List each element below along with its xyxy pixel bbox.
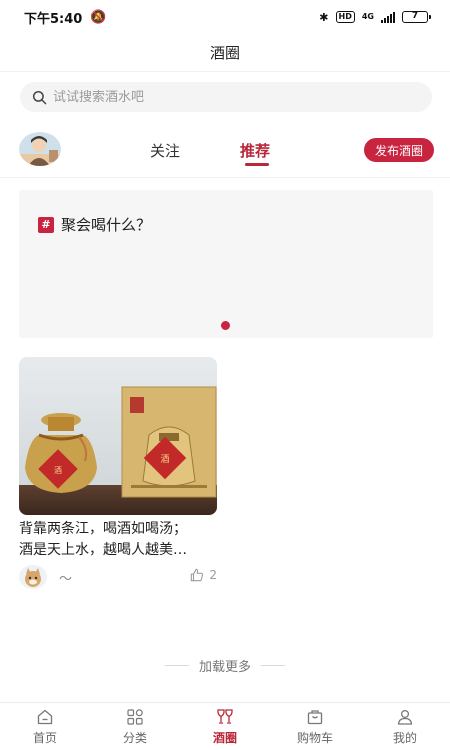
bottom-tab-cart[interactable]: 购物车 [280, 703, 350, 750]
status-bar: 下午5:40 🔕 ✱ HD 4G 7 [0, 0, 450, 34]
load-more[interactable]: 加载更多 [0, 655, 450, 675]
hashtag-icon: # [38, 216, 54, 233]
active-tab-indicator [245, 163, 269, 166]
status-icons: ✱ HD 4G 7 [319, 10, 431, 24]
mute-icon: 🔕 [90, 9, 107, 25]
post-author-avatar[interactable] [19, 565, 47, 589]
page-title: 酒圈 [209, 44, 240, 62]
load-more-label: 加载更多 [198, 659, 251, 675]
post-card[interactable]: 酒 酒 背靠两条江，喝酒如喝汤； 酒是天上水，越喝人越美… ～ 2 [19, 357, 217, 591]
post-author-name: ～ [59, 572, 73, 587]
post-footer: ～ 2 [19, 565, 217, 591]
search-icon [32, 90, 47, 104]
network-type: 4G [361, 12, 374, 21]
profile-icon [397, 709, 413, 725]
divider [164, 664, 189, 666]
topic-banner[interactable]: # 聚会喝什么？ [19, 190, 433, 338]
bluetooth-icon: ✱ [319, 10, 329, 24]
post-image[interactable]: 酒 酒 [19, 357, 217, 515]
battery-icon: 7 [402, 11, 431, 23]
post-text-line: 背靠两条江，喝酒如喝汤； [19, 521, 187, 537]
search-bar[interactable] [20, 82, 432, 112]
topic-tag[interactable]: # 聚会喝什么？ [38, 214, 151, 235]
thumbs-up-icon [191, 568, 204, 582]
like-button[interactable]: 2 [190, 568, 217, 582]
svg-text:酒: 酒 [160, 454, 169, 465]
cart-icon [307, 710, 323, 725]
feed-tabs-row: 关注 推荐 发布酒圈 [0, 130, 450, 178]
post-text[interactable]: 背靠两条江，喝酒如喝汤； 酒是天上水，越喝人越美… [19, 519, 217, 561]
post-text-line: 酒是天上水，越喝人越美… [19, 542, 187, 558]
banner-page-indicator [221, 321, 230, 330]
topic-title: 聚会喝什么？ [61, 216, 152, 234]
svg-text:酒: 酒 [54, 466, 62, 475]
bottom-tab-profile[interactable]: 我的 [370, 703, 440, 750]
bottom-tab-category[interactable]: 分类 [100, 703, 170, 750]
wine-glasses-icon [217, 709, 233, 724]
category-icon [127, 709, 143, 725]
search-input[interactable] [53, 89, 393, 105]
user-avatar[interactable] [19, 132, 61, 166]
tab-recommend[interactable]: 推荐 [240, 140, 270, 161]
home-icon [37, 709, 53, 725]
bottom-tab-label: 购物车 [296, 731, 333, 745]
bottom-tab-wine-circle[interactable]: 酒圈 [190, 703, 260, 750]
tab-follow[interactable]: 关注 [150, 140, 180, 161]
status-time: 下午5:40 [24, 11, 83, 27]
signal-icon [381, 11, 395, 23]
bottom-tab-label: 分类 [122, 731, 147, 745]
page-title-bar: 酒圈 [0, 34, 450, 72]
bottom-tab-label: 首页 [32, 731, 57, 745]
bottom-tab-label: 我的 [392, 731, 417, 745]
divider [261, 664, 285, 666]
like-count: 2 [209, 568, 217, 582]
hd-icon: HD [335, 11, 355, 23]
bottom-tab-home[interactable]: 首页 [10, 703, 80, 750]
bottom-tab-label: 酒圈 [212, 731, 237, 745]
bottom-tab-bar: 首页 分类 酒圈 购物车 我的 [0, 702, 450, 750]
publish-post-button[interactable]: 发布酒圈 [364, 138, 434, 162]
